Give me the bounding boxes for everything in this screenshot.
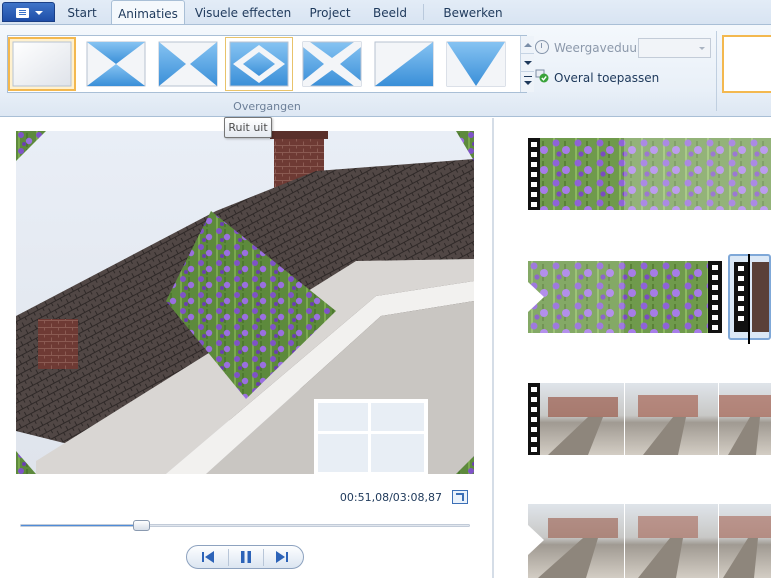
storyboard-clip[interactable]: [528, 138, 771, 210]
tab-bewerken[interactable]: Bewerken: [440, 0, 506, 24]
previous-frame-button[interactable]: [193, 548, 223, 566]
transition-v-wipe[interactable]: [444, 39, 508, 89]
diamond-out-icon: [229, 41, 289, 87]
previous-frame-icon: [202, 551, 214, 563]
pan-zoom-gallery-item[interactable]: [722, 35, 771, 93]
duration-row: Weergaveduur:: [535, 38, 715, 58]
fullscreen-button[interactable]: [452, 490, 468, 504]
tab-beeld[interactable]: Beeld: [366, 0, 414, 24]
duration-label: Weergaveduur:: [554, 41, 646, 55]
stopwatch-icon: [535, 40, 549, 54]
ribbon-tab-strip: Start Animaties Visuele effecten Project…: [0, 0, 771, 25]
transitions-gallery: [7, 35, 534, 93]
transition-cross[interactable]: [300, 39, 364, 89]
clip-thumbnail: [528, 138, 771, 210]
tab-separator: [423, 4, 424, 20]
clip-thumbnail: [528, 383, 771, 455]
gallery-scroll-down-button[interactable]: [521, 54, 534, 72]
storyboard-clip[interactable]: [528, 261, 722, 333]
apply-all-button[interactable]: Overal toepassen: [535, 68, 715, 88]
controls-separator: [228, 549, 229, 566]
preview-pane: 00:51,08/03:08,87: [0, 118, 492, 578]
clip-thumbnail: [734, 262, 769, 332]
seek-bar-handle[interactable]: [133, 520, 150, 531]
gallery-scroll-up-button[interactable]: [521, 36, 534, 54]
cross-icon: [302, 41, 362, 87]
diagonal-wipe-icon: [374, 41, 434, 87]
chevron-down-icon: [35, 11, 43, 15]
storyboard-playhead: [748, 254, 750, 344]
playback-controls: [186, 545, 304, 569]
transition-bowtie-vertical[interactable]: [84, 39, 148, 89]
apply-all-label: Overal toepassen: [554, 71, 660, 85]
tab-visuele-effecten[interactable]: Visuele effecten: [190, 0, 296, 24]
transition-diamond-out[interactable]: [225, 37, 293, 91]
application-menu-button[interactable]: [2, 2, 55, 22]
tab-start[interactable]: Start: [60, 0, 104, 24]
next-frame-icon: [276, 551, 288, 563]
preview-frame-image: [16, 131, 474, 474]
no-transition-icon: [12, 41, 72, 87]
preview-timecode: 00:51,08/03:08,87: [339, 491, 442, 504]
bowtie-vertical-icon: [86, 41, 146, 87]
next-frame-button[interactable]: [267, 548, 297, 566]
transition-marker: [528, 525, 544, 555]
chevron-up-icon: [524, 43, 532, 47]
group-separator: [716, 31, 717, 111]
pause-icon: [241, 551, 251, 563]
more-icon: [524, 76, 532, 85]
transition-tooltip: Ruit uit: [224, 117, 272, 138]
apply-all-icon: [535, 69, 549, 83]
transition-bowtie-horizontal[interactable]: [156, 39, 220, 89]
transition-diagonal-wipe[interactable]: [372, 39, 436, 89]
chevron-down-icon: [524, 61, 532, 65]
ribbon: Overgangen Weergaveduur: Overal toepasse…: [0, 24, 771, 117]
document-icon: [16, 8, 29, 18]
tab-animaties[interactable]: Animaties: [111, 0, 185, 25]
pause-button[interactable]: [231, 548, 261, 566]
clip-thumbnail: [528, 504, 771, 578]
gallery-more-button[interactable]: [521, 72, 534, 90]
group-label-overgangen: Overgangen: [233, 100, 301, 113]
storyboard: [494, 118, 771, 578]
tab-project[interactable]: Project: [303, 0, 357, 24]
transition-none[interactable]: [8, 37, 76, 91]
v-wipe-icon: [446, 41, 506, 87]
transition-marker: [528, 282, 544, 312]
duration-select[interactable]: [638, 38, 711, 58]
controls-separator: [263, 549, 264, 566]
gallery-scroller: [520, 36, 534, 92]
seek-bar-progress: [21, 525, 142, 526]
storyboard-clip[interactable]: [528, 504, 771, 578]
video-preview[interactable]: [16, 131, 474, 474]
clip-thumbnail: [528, 261, 722, 333]
seek-bar[interactable]: [20, 524, 470, 527]
bowtie-horizontal-icon: [158, 41, 218, 87]
storyboard-clip[interactable]: [528, 383, 771, 455]
